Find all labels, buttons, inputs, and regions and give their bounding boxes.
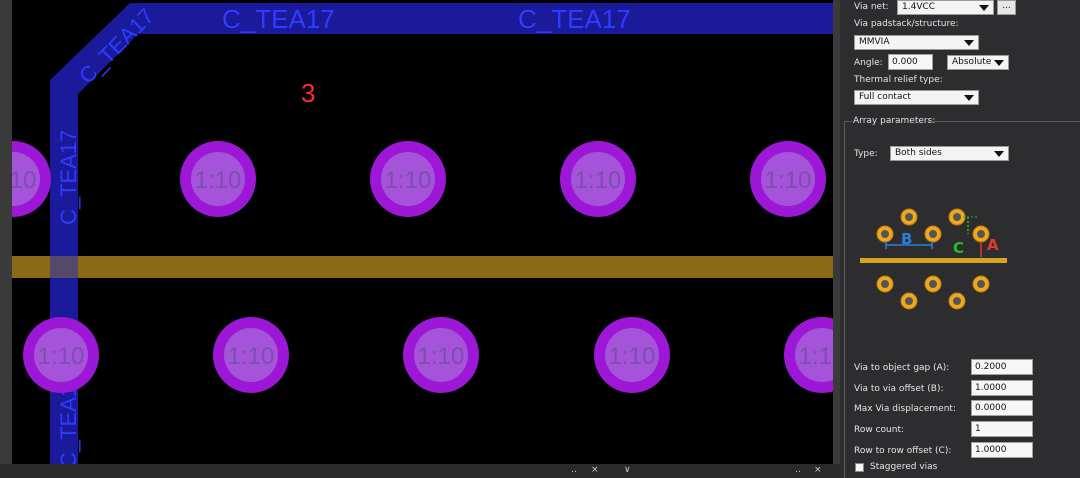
padstack-select[interactable]: MMVIA [854, 35, 979, 50]
status-glyph[interactable]: ‥ [795, 465, 801, 475]
chevron-down-icon [994, 151, 1004, 157]
diagram-drill [881, 230, 889, 238]
chevron-down-icon [964, 95, 974, 101]
param-label: Via to via offset (B): [854, 384, 944, 394]
marker-number: 3 [301, 78, 315, 108]
via-label: 1:10 [228, 343, 275, 370]
param-label: Row to row offset (C): [854, 446, 952, 456]
diagram-drill [929, 280, 937, 288]
angle-mode-value: Absolute [952, 57, 992, 67]
thermal-value: Full contact [859, 92, 911, 102]
via-label: 1:10 [38, 343, 85, 370]
chevron-down-icon [979, 5, 989, 11]
angle-input[interactable]: 0.000 [888, 54, 933, 70]
diagram-trace [860, 258, 1007, 263]
trace-overlap [50, 256, 78, 278]
param-label: Via to object gap (A): [854, 363, 950, 373]
via-pad[interactable]: 1:10 [213, 317, 289, 393]
row-count-input[interactable]: 1 [971, 421, 1033, 437]
via-pad[interactable]: 1:10 [750, 141, 826, 217]
via-label: 1:10 [195, 167, 242, 194]
close-icon[interactable]: × [814, 465, 822, 475]
close-icon[interactable]: × [591, 465, 599, 475]
diagram-drill [905, 297, 913, 305]
group-border [844, 121, 852, 122]
dimension-label-c: C [953, 239, 964, 257]
via-pad[interactable]: 1:10 [560, 141, 636, 217]
via-pad[interactable]: 1:10 [180, 141, 256, 217]
staggered-vias-checkbox[interactable] [855, 463, 864, 472]
padstack-value: MMVIA [859, 37, 890, 47]
chevron-down-icon[interactable]: ∨ [624, 465, 631, 475]
row-offset-input[interactable]: 1.0000 [971, 442, 1033, 458]
chevron-down-icon [994, 60, 1004, 66]
group-border [927, 121, 1080, 122]
diagram-drill [953, 297, 961, 305]
via-label: 1:10 [418, 343, 465, 370]
dimension-label-b: B [901, 230, 912, 248]
thermal-label: Thermal relief type: [854, 75, 943, 85]
staggered-vias-label: Staggered vias [870, 462, 938, 472]
array-type-value: Both sides [895, 148, 942, 158]
pcb-canvas[interactable]: C_TEA17 C_TEA17 C_TEA17 C_TEA17 C_TEA17 … [0, 0, 840, 478]
pcb-layout[interactable]: C_TEA17 C_TEA17 C_TEA17 C_TEA17 C_TEA17 … [0, 0, 840, 478]
canvas-left-edge [0, 0, 12, 478]
net-label: C_TEA17 [222, 4, 335, 34]
array-diagram: B C A [860, 208, 1007, 310]
via-net-value: 1.4VCC [902, 2, 936, 12]
param-label: Max Via displacement: [854, 404, 956, 414]
param-label: Row count: [854, 425, 905, 435]
via-offset-input[interactable]: 1.0000 [971, 380, 1033, 396]
angle-mode-select[interactable]: Absolute [947, 55, 1009, 70]
via-pad[interactable]: 1:10 [403, 317, 479, 393]
via-pad[interactable]: 1:10 [594, 317, 670, 393]
status-strip [0, 464, 840, 478]
status-glyph[interactable]: ‥ [571, 465, 577, 475]
via-net-browse-button[interactable]: ... [997, 0, 1016, 15]
via-label: 1:10 [765, 167, 812, 194]
diagram-drill [905, 213, 913, 221]
via-gap-input[interactable]: 0.2000 [971, 359, 1033, 375]
diagram-drill [881, 280, 889, 288]
angle-label: Angle: [854, 58, 883, 68]
max-displacement-input[interactable]: 0.0000 [971, 400, 1033, 416]
via-net-select[interactable]: 1.4VCC [897, 0, 994, 15]
diagram-drill [977, 230, 985, 238]
via-label: 1:10 [575, 167, 622, 194]
padstack-label: Via padstack/structure: [854, 19, 959, 29]
canvas-right-edge [833, 0, 840, 478]
via-label: 1:10 [609, 343, 656, 370]
via-label: 1:10 [385, 167, 432, 194]
group-border [844, 121, 845, 478]
properties-panel: Via net: 1.4VCC ... Via padstack/structu… [840, 0, 1080, 478]
dimension-label-a: A [987, 236, 999, 254]
array-group-label: Array parameters: [853, 116, 936, 126]
via-net-label: Via net: [854, 2, 889, 12]
diagram-drill [929, 230, 937, 238]
array-type-select[interactable]: Both sides [890, 146, 1009, 161]
diagram-drill [953, 213, 961, 221]
via-pad[interactable]: 1:10 [370, 141, 446, 217]
via-pad[interactable]: 1:10 [23, 317, 99, 393]
net-label: C_TEA17 [518, 4, 631, 34]
diagram-drill [977, 280, 985, 288]
array-type-label: Type: [854, 149, 878, 159]
copper-bar[interactable] [12, 256, 833, 278]
net-label: C_TEA17 [56, 130, 81, 225]
board-background [12, 0, 833, 464]
chevron-down-icon [964, 40, 974, 46]
thermal-select[interactable]: Full contact [854, 90, 979, 105]
